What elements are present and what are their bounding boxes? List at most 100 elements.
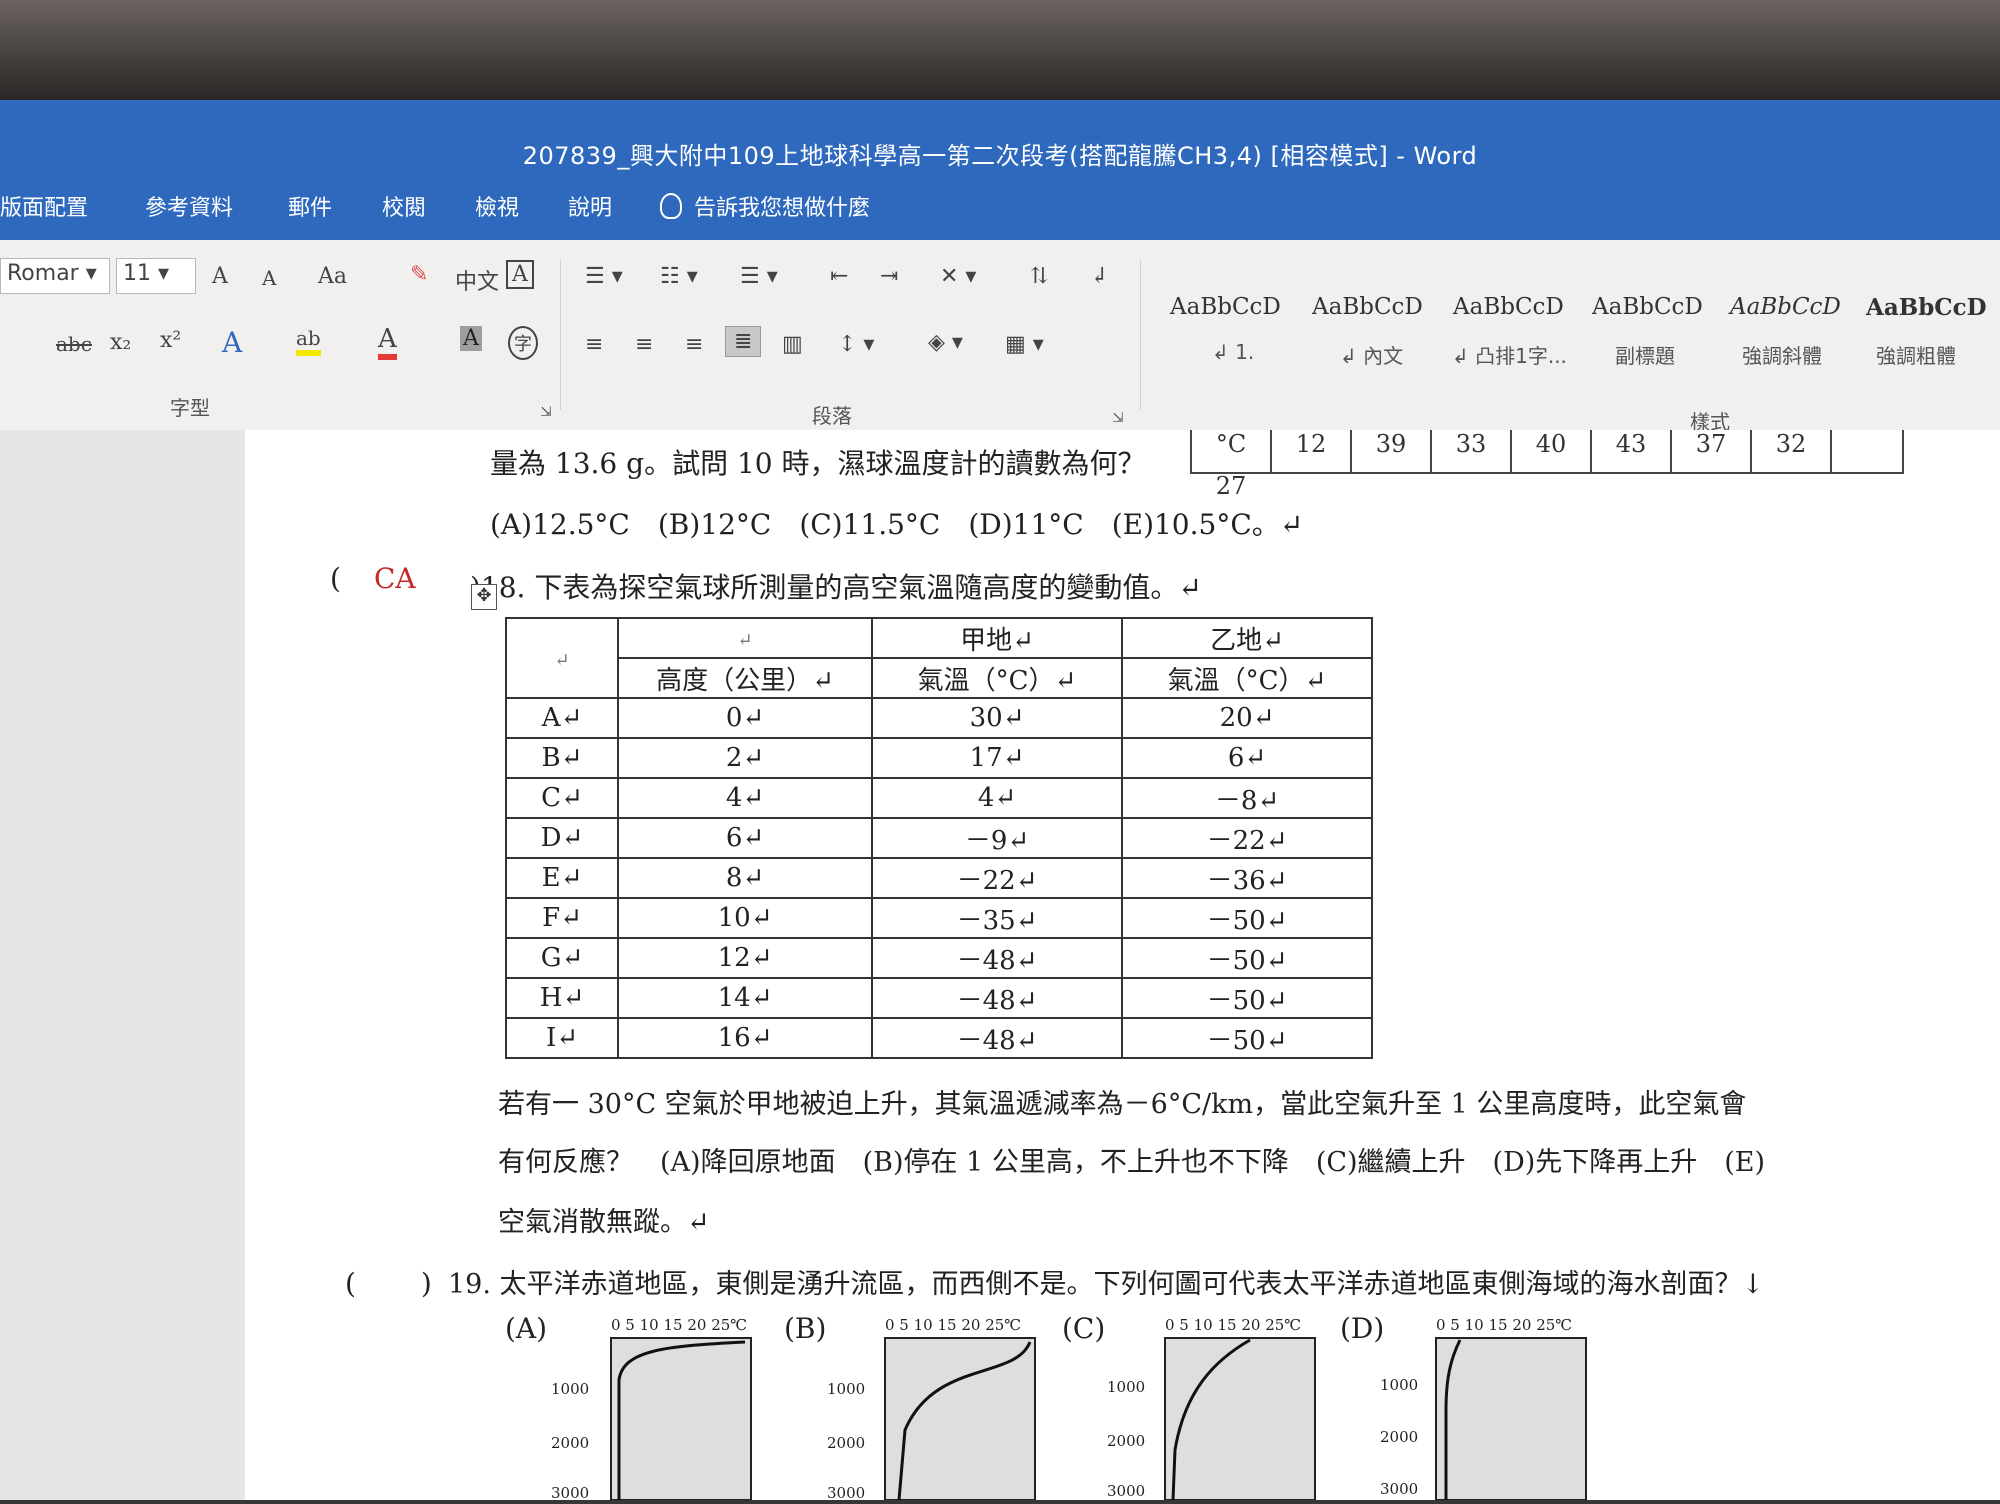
shrink-font-icon[interactable]: A [262,266,276,290]
window-title: 207839_興大附中109上地球科學高一第二次段考(搭配龍騰CH3,4) [相… [522,142,1478,170]
table-cell: －8↵ [1121,777,1373,819]
tab-view[interactable]: 檢視 [475,190,519,222]
clear-format-icon[interactable]: ✎ [410,262,428,287]
bullets-icon[interactable]: ☰ ▾ [585,264,623,289]
tab-layout[interactable]: 版面配置 [0,190,88,222]
table-cell: 12↵ [617,937,873,979]
table-cell: －36↵ [1121,857,1373,899]
profile-b-graph: 0 5 10 15 20 25℃ 1000 2000 3000 [827,1316,1036,1502]
font-color-icon[interactable]: A [378,324,397,360]
depth-tick: 3000 [1380,1480,1418,1498]
table-cell: 6↵ [617,817,873,859]
table-row: B↵ 2↵ 17↵ 6↵ [505,737,1373,779]
asian-layout-icon[interactable]: ✕ ▾ [940,264,976,289]
table-cell: 20↵ [1121,697,1373,739]
decrease-indent-icon[interactable]: ⇤ [830,264,848,289]
table-cell: －50↵ [1121,897,1373,939]
depth-tick: 2000 [1107,1432,1145,1450]
monitor-bezel [0,0,2000,100]
q19-option-c: (C) [1062,1312,1106,1345]
table-move-handle-icon[interactable]: ✥ [471,584,497,610]
style-name-hanging: ↲ 凸排1字... [1452,344,1567,368]
depth-tick: 1000 [551,1380,589,1398]
q18-followup-line2: 有何反應？ (A)降回原地面 (B)停在 1 公里高，不上升也不下降 (C)繼續… [498,1147,1766,1178]
q19-option-d: (D) [1340,1312,1385,1345]
paragraph-dialog-launcher-icon[interactable]: ⇲ [1112,410,1124,426]
q17-text-line: 量為 13.6 g。試問 10 時，濕球溫度計的讀數為何？ [490,447,1146,480]
shading-icon[interactable]: ◈ ▾ [928,330,963,355]
style-sample-emphasis[interactable]: AaBbCcD [1730,294,1841,320]
style-sample-strong[interactable]: AaBbCcD [1866,294,1987,321]
table-row: A↵ 0↵ 30↵ 20↵ [505,697,1373,739]
previous-table-fragment: °C 12 39 33 40 43 37 3227 [1190,430,1904,500]
tab-help[interactable]: 說明 [568,190,612,222]
justify-icon[interactable]: ≣ [725,326,762,357]
table-cell: I↵ [505,1017,619,1059]
axis-top-label: 0 5 10 15 20 25℃ [611,1316,747,1334]
table-header-site-a: 甲地↵ [871,617,1123,659]
table-cell: 30↵ [871,697,1123,739]
show-marks-icon[interactable]: ↲ [1090,264,1108,289]
strikethrough-icon[interactable]: abc [56,332,92,356]
font-name-box[interactable]: Romar ▾ [0,258,110,294]
align-left-icon[interactable]: ≡ [585,332,603,357]
subscript-icon[interactable]: x₂ [110,330,131,355]
q18-question: )18. 下表為探空氣球所測量的高空氣溫隨高度的變動值。↵ [470,571,1202,604]
table-cell: 32 [1752,430,1832,472]
phonetic-guide-icon[interactable]: 中文 [455,264,499,296]
tab-references[interactable]: 參考資料 [145,190,233,222]
change-case-icon[interactable]: Aa [318,264,347,289]
plot-frame [884,1337,1036,1501]
table-header-temp-b: 氣溫（°C）↵ [1121,657,1373,699]
increase-indent-icon[interactable]: ⇥ [880,264,898,289]
enclose-char-icon[interactable]: 字 [508,326,538,360]
table-cell: C↵ [505,777,619,819]
table-cell: 4↵ [871,777,1123,819]
numbering-icon[interactable]: ☷ ▾ [660,264,698,289]
tell-me-box[interactable]: 告訴我您想做什麼 [660,190,870,222]
q19-profile-a: 0 5 10 15 20 25℃ 1000 2000 3000 [545,1310,765,1504]
multilevel-list-icon[interactable]: ☰ ▾ [740,264,778,289]
font-dialog-launcher-icon[interactable]: ⇲ [540,404,552,420]
align-right-icon[interactable]: ≡ [685,332,703,357]
sort-icon[interactable]: ⇅ [1030,264,1048,289]
table-cell: G↵ [505,937,619,979]
grow-font-icon[interactable]: A [212,264,228,289]
tab-mailings[interactable]: 郵件 [288,190,332,222]
table-row: E↵ 8↵ －22↵ －36↵ [505,857,1373,899]
table-cell: －22↵ [871,857,1123,899]
style-sample-normal[interactable]: AaBbCcD [1312,294,1423,320]
q18-paren: ( [330,562,341,595]
table-cell: －22↵ [1121,817,1373,859]
text-effects-icon[interactable]: A [222,326,242,359]
superscript-icon[interactable]: x² [160,328,181,353]
depth-tick: 1000 [1380,1376,1418,1394]
profile-a-graph: 0 5 10 15 20 25℃ 1000 2000 3000 [551,1316,752,1502]
borders-icon[interactable]: ▦ ▾ [1005,332,1044,357]
style-sample-subtitle[interactable]: AaBbCcD [1592,294,1703,320]
distributed-icon[interactable]: ▥ [782,332,803,357]
char-border-icon[interactable]: A [506,260,534,289]
highlight-icon[interactable]: ab [296,326,321,356]
tab-review[interactable]: 校閱 [382,190,426,222]
table-row: D↵ 6↵ －9↵ －22↵ [505,817,1373,859]
char-shading-icon[interactable]: A [460,326,482,351]
table-row: G↵ 12↵ －48↵ －50↵ [505,937,1373,979]
depth-tick: 2000 [1380,1428,1418,1446]
table-cell: －48↵ [871,937,1123,979]
line-spacing-icon[interactable]: ↕ ▾ [838,332,874,357]
table-row: F↵ 10↵ －35↵ －50↵ [505,897,1373,939]
ribbon-home: Romar ▾ 11 ▾ A A Aa ✎ 中文 A abc x₂ x² A a… [0,240,2000,434]
style-sample-hanging[interactable]: AaBbCcD [1453,294,1564,320]
table-cell: H↵ [505,977,619,1019]
table-cell: －50↵ [1121,1017,1373,1059]
font-size-box[interactable]: 11 ▾ [116,258,196,294]
depth-tick: 3000 [827,1484,865,1500]
table-cell: 39 [1352,430,1432,472]
style-name-strong: 強調粗體 [1876,344,1956,368]
table-cell: 40 [1512,430,1592,472]
depth-tick: 3000 [551,1484,589,1500]
align-center-icon[interactable]: ≡ [635,332,653,357]
group-separator [560,260,561,410]
style-sample-1[interactable]: AaBbCcD [1170,294,1281,320]
